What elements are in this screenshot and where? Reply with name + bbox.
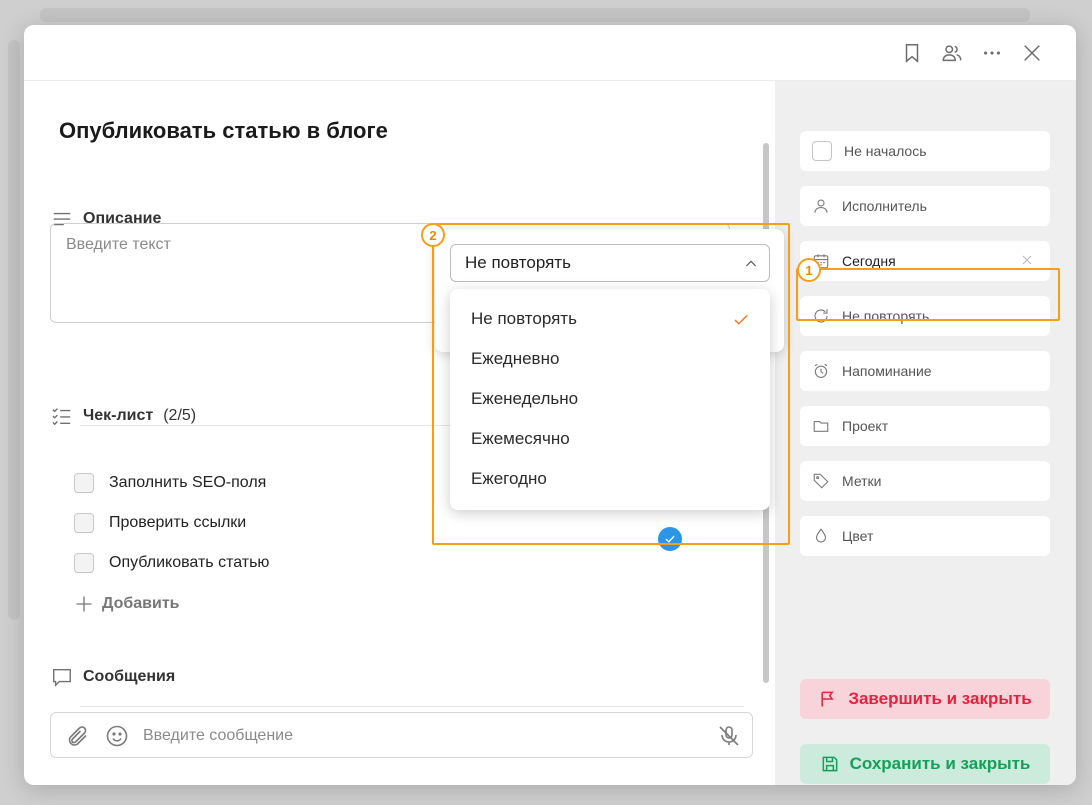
checkbox[interactable] [74,553,94,573]
status-checkbox[interactable] [812,141,832,161]
annotation-badge-2: 2 [421,223,445,247]
repeat-label: Не повторять [842,308,930,324]
checklist-count: (2/5) [163,407,197,424]
repeat-dropdown-menu: Не повторять Ежедневно Еженедельно Ежеме… [450,289,770,510]
repeat-select[interactable]: Не повторять [450,244,770,282]
checklist-item-label: Опубликовать статью [109,554,270,571]
status-label: Не началось [844,143,927,159]
repeat-option-label: Не повторять [471,309,577,328]
repeat-option-label: Ежедневно [471,349,560,368]
repeat-icon [814,309,828,323]
status-field[interactable]: Не началось [800,131,1050,171]
color-label: Цвет [842,528,874,544]
backdrop-panel [8,40,20,620]
divider [80,425,460,426]
repeat-option-none[interactable]: Не повторять [450,299,770,339]
repeat-option-monthly[interactable]: Ежемесячно [450,419,770,459]
message-input[interactable]: Введите сообщение [143,727,293,745]
alarm-icon [814,363,828,378]
plus-icon [76,596,92,612]
checklist-item[interactable]: Проверить ссылки [74,513,246,533]
flag-icon [821,691,834,707]
bookmark-icon[interactable] [900,41,924,65]
date-field[interactable]: Сегодня [800,241,1050,281]
task-properties-panel: Не началось Исполнитель Сегодня Не повто… [775,81,1076,785]
checkbox[interactable] [74,473,94,493]
repeat-option-yearly[interactable]: Ежегодно [450,459,770,499]
assignee-label: Исполнитель [842,198,927,214]
reminder-label: Напоминание [842,363,932,379]
backdrop-panel [40,8,1030,22]
finish-and-close-button[interactable]: Завершить и закрыть [800,679,1050,719]
checklist-item[interactable]: Заполнить SEO-поля [74,473,266,493]
finish-label: Завершить и закрыть [848,689,1032,708]
drop-icon [815,528,827,543]
mic-off-icon[interactable] [717,724,741,748]
repeat-option-label: Ежемесячно [471,429,570,448]
folder-icon [813,420,829,432]
tag-icon [813,473,829,489]
project-label: Проект [842,418,889,434]
messages-heading-label: Сообщения [83,668,176,685]
close-icon[interactable] [1020,41,1044,65]
repeat-select-value: Не повторять [465,253,571,272]
tags-field[interactable]: Метки [800,461,1050,501]
message-composer[interactable]: Введите сообщение [50,712,753,758]
checklist-item[interactable]: Опубликовать статью [74,553,269,573]
repeat-field[interactable]: Не повторять [800,296,1050,336]
modal-toolbar [24,25,1076,81]
checkmark-icon [734,314,748,325]
emoji-icon[interactable] [105,724,129,748]
repeat-option-label: Еженедельно [471,389,579,408]
save-and-close-button[interactable]: Сохранить и закрыть [800,744,1050,784]
more-icon[interactable] [980,41,1004,65]
divider [80,706,744,707]
chat-icon [53,668,71,687]
checklist-heading: Чек-лист (2/5) [51,405,196,427]
date-label: Сегодня [842,253,896,269]
checklist-item-label: Заполнить SEO-поля [109,474,267,491]
checklist-heading-label: Чек-лист [83,407,154,424]
project-field[interactable]: Проект [800,406,1050,446]
repeat-option-daily[interactable]: Ежедневно [450,339,770,379]
annotation-badge-1: 1 [797,258,821,282]
confirm-check-icon[interactable] [658,527,682,551]
chevron-up-icon [745,260,757,267]
users-icon[interactable] [940,41,964,65]
add-label: Добавить [102,595,180,612]
reminder-field[interactable]: Напоминание [800,351,1050,391]
user-icon [814,199,828,213]
repeat-option-weekly[interactable]: Еженедельно [450,379,770,419]
task-title[interactable]: Опубликовать статью в блоге [59,118,388,144]
clear-date-icon[interactable] [1020,253,1036,269]
add-checklist-item-button[interactable]: Добавить [74,594,180,614]
checkbox[interactable] [74,513,94,533]
messages-heading: Сообщения [51,666,175,688]
save-icon [822,756,838,772]
color-field[interactable]: Цвет [800,516,1050,556]
checklist-icon [52,408,71,426]
tags-label: Метки [842,473,882,489]
attach-icon[interactable] [66,724,90,748]
repeat-option-label: Ежегодно [471,469,547,488]
checklist-item-label: Проверить ссылки [109,514,247,531]
save-label: Сохранить и закрыть [849,754,1031,773]
assignee-field[interactable]: Исполнитель [800,186,1050,226]
